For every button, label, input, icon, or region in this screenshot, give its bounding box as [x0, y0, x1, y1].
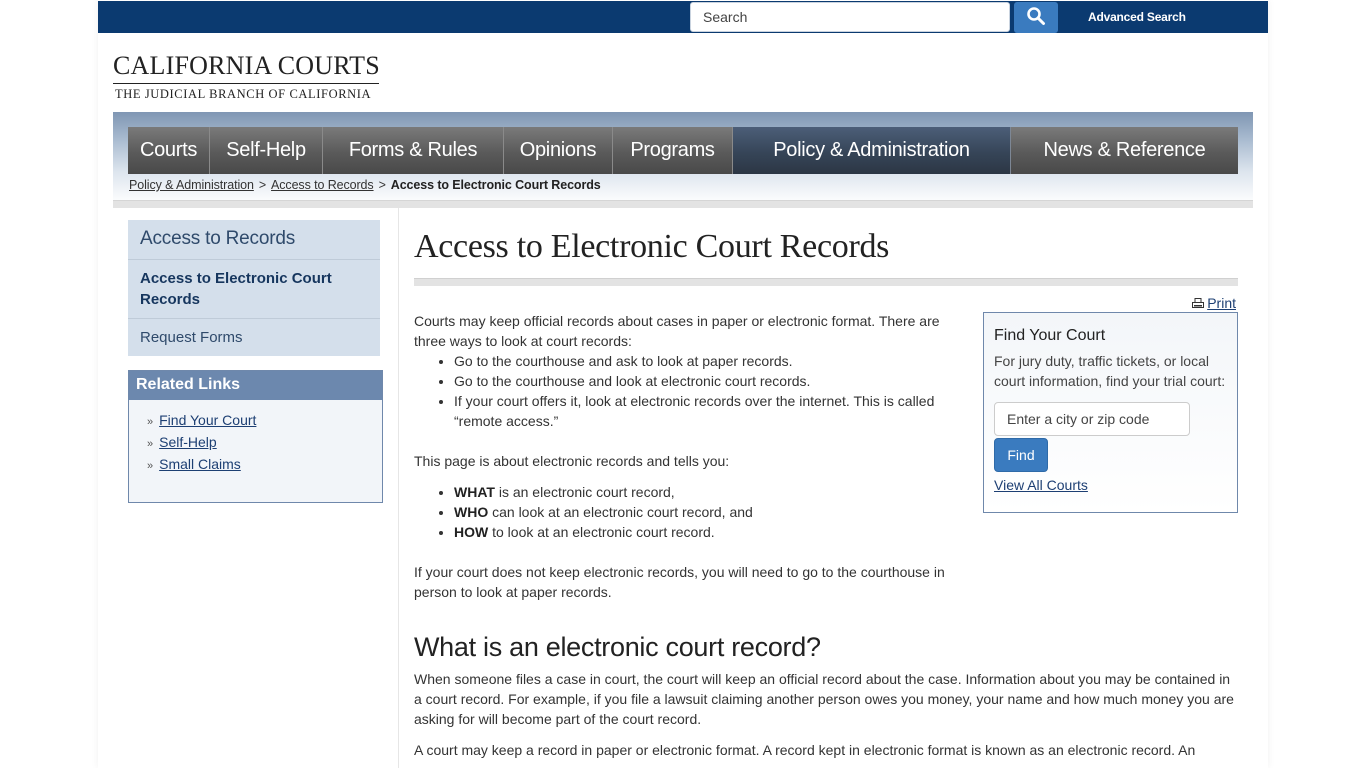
print-link[interactable]: Print	[1192, 295, 1236, 311]
topic-text: is an electronic court record,	[494, 484, 675, 500]
nav-programs[interactable]: Programs	[613, 127, 733, 174]
ways-list-item: If your court offers it, look at electro…	[454, 391, 954, 431]
section-paragraph: When someone files a case in court, the …	[414, 671, 1234, 727]
about-paragraph: This page is about electronic records an…	[414, 453, 730, 469]
page: Advanced Search CALIFORNIA COURTS THE JU…	[98, 0, 1268, 768]
section-subnav: Access to Records Access to Electronic C…	[128, 220, 380, 356]
topic-text: to look at an electronic court record.	[488, 524, 715, 540]
find-your-court-panel: Find Your Court For jury duty, traffic t…	[983, 312, 1238, 513]
ways-list: Go to the courthouse and ask to look at …	[454, 351, 954, 431]
column-divider	[398, 208, 399, 768]
site-search-input[interactable]	[690, 2, 1010, 32]
related-link-item: » Self-Help	[147, 432, 382, 454]
header-divider	[113, 200, 1253, 208]
site-logo[interactable]: CALIFORNIA COURTS THE JUDICIAL BRANCH OF…	[113, 52, 380, 102]
nav-policy-administration[interactable]: Policy & Administration	[733, 127, 1011, 174]
advanced-search-link[interactable]: Advanced Search	[1088, 10, 1186, 24]
printer-icon	[1192, 296, 1205, 312]
topic-text: can look at an electronic court record, …	[488, 504, 753, 520]
main-content: Access to Electronic Court Records Print…	[414, 208, 1238, 758]
title-divider	[414, 278, 1238, 286]
subnav-item-request-forms[interactable]: Request Forms	[128, 319, 380, 356]
related-links-panel: Related Links » Find Your Court » Self-Hel…	[128, 370, 383, 503]
view-all-courts-link[interactable]: View All Courts	[994, 477, 1088, 493]
city-zip-input[interactable]	[994, 402, 1190, 436]
page-title: Access to Electronic Court Records	[414, 228, 890, 265]
what-is-section: What is an electronic court record? When…	[414, 630, 1238, 760]
search-icon	[1026, 6, 1046, 29]
topic-keyword: WHAT	[454, 484, 495, 500]
related-links-title: Related Links	[129, 371, 382, 400]
topics-list: WHAT is an electronic court record, WHO …	[454, 482, 954, 542]
topics-list-item: HOW to look at an electronic court recor…	[454, 522, 954, 542]
print-label: Print	[1207, 295, 1236, 311]
related-links-list: » Find Your Court » Self-Help » Small Claim…	[129, 400, 382, 476]
related-link-find-your-court[interactable]: Find Your Court	[159, 412, 256, 428]
logo-subtitle: THE JUDICIAL BRANCH OF CALIFORNIA	[115, 87, 372, 101]
related-link-self-help[interactable]: Self-Help	[159, 434, 217, 450]
breadcrumb-separator: >	[258, 178, 267, 192]
raquo-icon: »	[147, 460, 154, 472]
section-paragraph: A court may keep a record in paper or el…	[414, 742, 1196, 758]
nav-news-reference[interactable]: News & Reference	[1011, 127, 1238, 174]
ways-list-item: Go to the courthouse and ask to look at …	[454, 351, 954, 371]
topic-keyword: WHO	[454, 504, 489, 520]
nav-self-help[interactable]: Self-Help	[210, 127, 323, 174]
nav-courts[interactable]: Courts	[128, 127, 210, 174]
breadcrumb-separator: >	[378, 178, 386, 192]
breadcrumb: Policy & Administration > Access to Record…	[129, 178, 601, 192]
topic-keyword: HOW	[454, 524, 489, 540]
related-link-small-claims[interactable]: Small Claims	[159, 456, 241, 472]
ways-list-item: Go to the courthouse and look at electro…	[454, 371, 954, 391]
breadcrumb-current: Access to Electronic Court Records	[390, 178, 601, 192]
subnav-item-electronic-court-records[interactable]: Access to Electronic Court Records	[128, 260, 380, 319]
logo-title: CALIFORNIA COURTS	[113, 52, 380, 84]
subnav-title-access-to-records[interactable]: Access to Records	[128, 220, 380, 260]
nav-opinions[interactable]: Opinions	[504, 127, 613, 174]
top-utility-bar: Advanced Search	[98, 1, 1268, 33]
section-heading: What is an electronic court record?	[414, 632, 821, 662]
raquo-icon: »	[147, 416, 154, 428]
related-link-item: » Find Your Court	[147, 410, 382, 432]
intro-paragraph: Courts may keep official records about c…	[414, 313, 940, 349]
find-your-court-description: For jury duty, traffic tickets, or local…	[994, 353, 1226, 389]
topics-list-item: WHO can look at an electronic court reco…	[454, 502, 954, 522]
raquo-icon: »	[147, 438, 154, 450]
related-link-item: » Small Claims	[147, 454, 382, 476]
breadcrumb-link-policy-administration[interactable]: Policy & Administration	[129, 178, 254, 192]
intro-content: Courts may keep official records about c…	[414, 311, 954, 602]
topics-list-item: WHAT is an electronic court record,	[454, 482, 954, 502]
search-button[interactable]	[1014, 2, 1058, 33]
main-nav: Courts Self-Help Forms & Rules Opinions …	[128, 127, 1238, 174]
breadcrumb-link-access-to-records[interactable]: Access to Records	[271, 178, 374, 192]
no-electronic-paragraph: If your court does not keep electronic r…	[414, 564, 945, 600]
find-button[interactable]: Find	[994, 438, 1048, 472]
nav-forms-rules[interactable]: Forms & Rules	[323, 127, 504, 174]
find-your-court-title: Find Your Court	[994, 327, 1106, 344]
